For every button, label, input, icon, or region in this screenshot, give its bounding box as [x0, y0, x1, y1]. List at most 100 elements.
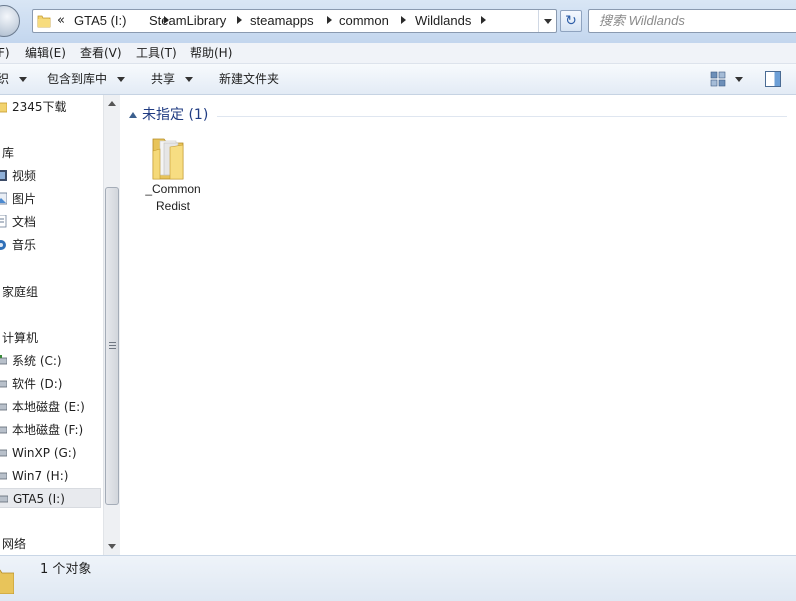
grip-icon: [109, 342, 116, 349]
nav-item-drive-i[interactable]: GTA5 (I:): [0, 488, 101, 508]
folder-icon: [152, 138, 184, 180]
documents-library-icon: [0, 215, 7, 228]
menu-help[interactable]: 帮助(H): [190, 43, 232, 63]
drive-icon: [0, 355, 7, 365]
address-strip: « GTA5 (I:) SteamLibrary steamapps commo…: [0, 0, 796, 43]
nav-item-homegroup[interactable]: 家庭组: [0, 282, 100, 302]
preview-pane-icon[interactable]: [765, 71, 781, 87]
nav-label: 2345下载: [12, 100, 67, 114]
details-pane: 1 个对象: [0, 555, 796, 601]
breadcrumb-common[interactable]: common: [339, 10, 389, 32]
nav-label: GTA5 (I:): [13, 492, 65, 506]
scrollbar-thumb[interactable]: [105, 187, 119, 505]
breadcrumb-steamapps[interactable]: steamapps: [250, 10, 314, 32]
share-button[interactable]: 共享: [151, 64, 193, 94]
nav-label: 家庭组: [2, 285, 39, 299]
folder-icon: [0, 102, 7, 113]
nav-label: 本地磁盘 (F:): [12, 423, 84, 437]
collapse-group-icon[interactable]: [129, 112, 137, 118]
folder-icon: [37, 15, 51, 28]
item-count: 1 个对象: [40, 562, 92, 577]
nav-label: 计算机: [2, 331, 39, 345]
pictures-library-icon: [0, 192, 7, 205]
nav-label: 本地磁盘 (E:): [12, 400, 85, 414]
music-library-icon: [0, 240, 6, 250]
address-dropdown-button[interactable]: [538, 10, 556, 32]
folder-icon: [0, 569, 14, 594]
drive-icon: [0, 403, 7, 411]
nav-label: 视频: [12, 169, 37, 183]
menu-bar: F) 编辑(E) 查看(V) 工具(T) 帮助(H): [0, 43, 796, 64]
nav-item-drive-d[interactable]: 软件 (D:): [0, 374, 100, 394]
nav-label: 音乐: [12, 238, 37, 252]
include-in-library-button[interactable]: 包含到库中: [47, 64, 125, 94]
search-input[interactable]: 搜索 Wildlands: [588, 9, 796, 33]
back-button[interactable]: [0, 5, 20, 37]
file-name-line2: Redist: [155, 199, 190, 213]
share-label: 共享: [151, 72, 176, 86]
nav-label: WinXP (G:): [12, 446, 77, 460]
navigation-pane[interactable]: 2345下载 库 视频 图片 文档 音乐 家庭组 计算机 系统 (C:) 软件 …: [0, 95, 103, 555]
change-view-icon[interactable]: [710, 71, 726, 87]
nav-item-drive-g[interactable]: WinXP (G:): [0, 443, 100, 463]
breadcrumb-wildlands[interactable]: Wildlands: [415, 10, 471, 32]
organize-label: 织: [0, 72, 10, 86]
drive-icon: [0, 495, 8, 503]
nav-label: 软件 (D:): [12, 377, 63, 391]
address-bar[interactable]: « GTA5 (I:) SteamLibrary steamapps commo…: [32, 9, 557, 33]
file-name: _Common Redist: [134, 181, 212, 215]
video-library-icon: [0, 170, 7, 181]
breadcrumb-separator-icon[interactable]: [237, 16, 242, 24]
chevron-down-icon: [184, 77, 193, 82]
file-item-common-redist[interactable]: _Common Redist: [140, 131, 206, 213]
nav-item-drive-f[interactable]: 本地磁盘 (F:): [0, 420, 100, 440]
refresh-button[interactable]: ↻: [560, 10, 582, 32]
search-placeholder: 搜索 Wildlands: [599, 13, 685, 28]
nav-item-drive-h[interactable]: Win7 (H:): [0, 466, 100, 486]
menu-tools[interactable]: 工具(T): [136, 43, 177, 63]
organize-button[interactable]: 织: [0, 64, 27, 94]
include-in-library-label: 包含到库中: [47, 72, 108, 86]
nav-label: 库: [2, 146, 15, 160]
breadcrumb-separator-icon[interactable]: [481, 16, 486, 24]
view-options-chevron-icon[interactable]: [735, 77, 743, 82]
nav-item-drive-e[interactable]: 本地磁盘 (E:): [0, 397, 100, 417]
drive-icon: [0, 472, 7, 480]
nav-label: 网络: [2, 537, 27, 551]
file-list-pane[interactable]: 未指定 (1) _Common Redist: [121, 95, 796, 555]
nav-item-videos[interactable]: 视频: [0, 166, 100, 186]
group-header[interactable]: 未指定 (1): [142, 105, 208, 125]
file-name-line1: _Common: [145, 182, 201, 196]
nav-item-2345-downloads[interactable]: 2345下载: [0, 97, 100, 117]
breadcrumb-gta5[interactable]: GTA5 (I:): [74, 10, 126, 32]
breadcrumb-separator-icon[interactable]: [401, 16, 406, 24]
scroll-down-icon[interactable]: [108, 544, 116, 549]
menu-view[interactable]: 查看(V): [80, 43, 122, 63]
nav-label: 系统 (C:): [12, 354, 62, 368]
nav-item-pictures[interactable]: 图片: [0, 189, 100, 209]
navigation-scrollbar[interactable]: [103, 95, 120, 555]
breadcrumb-separator-icon[interactable]: [327, 16, 332, 24]
nav-item-music[interactable]: 音乐: [0, 235, 100, 255]
nav-label: 文档: [12, 215, 37, 229]
new-folder-button[interactable]: 新建文件夹: [219, 64, 279, 94]
breadcrumb-steamlibrary[interactable]: SteamLibrary: [149, 10, 226, 32]
nav-label: 图片: [12, 192, 37, 206]
menu-file[interactable]: F): [0, 43, 10, 63]
group-divider: [217, 116, 787, 117]
overflow-chevron-icon[interactable]: «: [57, 11, 65, 31]
chevron-down-icon: [18, 77, 27, 82]
drive-icon: [0, 449, 7, 457]
menu-edit[interactable]: 编辑(E): [25, 43, 66, 63]
nav-item-computer[interactable]: 计算机: [0, 328, 100, 348]
drive-icon: [0, 426, 7, 434]
nav-item-documents[interactable]: 文档: [0, 212, 100, 232]
command-toolbar: 织 包含到库中 共享 新建文件夹: [0, 64, 796, 95]
nav-item-network[interactable]: 网络: [0, 534, 100, 554]
nav-label: Win7 (H:): [12, 469, 69, 483]
nav-item-libraries[interactable]: 库: [0, 143, 100, 163]
chevron-down-icon: [116, 77, 125, 82]
scroll-up-icon[interactable]: [108, 101, 116, 106]
drive-icon: [0, 380, 7, 388]
nav-item-drive-c[interactable]: 系统 (C:): [0, 351, 100, 371]
